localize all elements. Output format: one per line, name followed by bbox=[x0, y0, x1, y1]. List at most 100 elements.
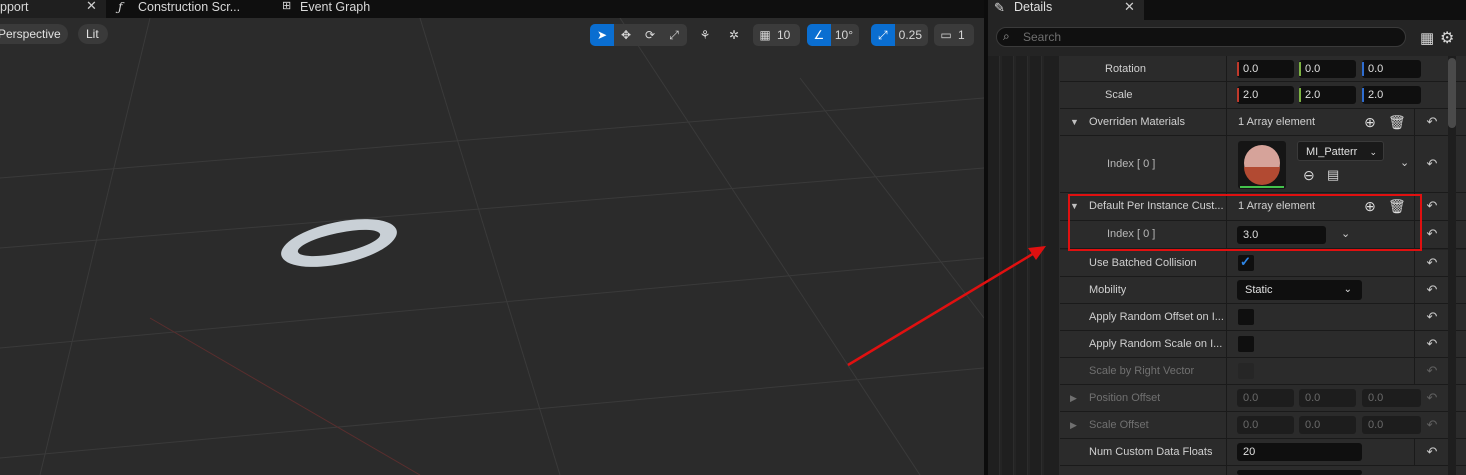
scale-x-field[interactable]: 2.0 bbox=[1237, 86, 1294, 104]
reset-to-default-icon[interactable]: ↶ bbox=[1424, 444, 1440, 460]
select-tool-button[interactable]: ➤ bbox=[590, 24, 614, 46]
rotation-snap-group[interactable]: ∠ 10° bbox=[807, 24, 859, 46]
pencil-icon: ✎ bbox=[994, 0, 1005, 15]
array-count: 1 Array element bbox=[1238, 116, 1316, 128]
material-asset-picker[interactable]: MI_Patterr ⌄ bbox=[1297, 141, 1384, 161]
column-divider bbox=[1414, 304, 1415, 330]
column-divider bbox=[1414, 331, 1415, 357]
scale-snap-button[interactable]: ⤢ bbox=[871, 24, 895, 46]
chevron-down-icon[interactable]: ▼ bbox=[1070, 109, 1079, 135]
num-custom-data-floats-field[interactable]: 20 bbox=[1237, 443, 1362, 461]
position-offset-y-field[interactable]: 0.0 bbox=[1299, 389, 1356, 407]
tab-viewport[interactable]: pport ✕ bbox=[0, 0, 106, 18]
scale-right-vector-checkbox[interactable] bbox=[1238, 363, 1254, 379]
property-matrix-icon[interactable]: ▦ bbox=[1420, 29, 1434, 47]
field-value: 0.0 bbox=[1243, 419, 1259, 431]
reset-to-default-icon[interactable]: ↶ bbox=[1424, 309, 1440, 325]
scale-z-field[interactable]: 2.0 bbox=[1362, 86, 1421, 104]
column-divider bbox=[1226, 331, 1227, 357]
column-divider bbox=[1226, 56, 1227, 81]
chevron-down-icon[interactable]: ⌄ bbox=[1400, 156, 1409, 169]
rotate-tool-button[interactable]: ⟳ bbox=[638, 24, 662, 46]
x-axis-marker bbox=[1237, 62, 1239, 76]
scale-y-field[interactable]: 2.0 bbox=[1299, 86, 1356, 104]
search-input[interactable]: ⌕ Search bbox=[996, 27, 1406, 47]
coordinate-system-button[interactable]: ⚘ bbox=[693, 24, 717, 46]
reset-to-default-icon[interactable]: ↶ bbox=[1424, 417, 1440, 433]
gear-icon[interactable]: ⚙ bbox=[1440, 28, 1454, 48]
rotation-y-field[interactable]: 0.0 bbox=[1299, 60, 1356, 78]
property-row-position-offset[interactable]: ▶ Position Offset 0.0 0.0 0.0 ↶ bbox=[1060, 385, 1466, 412]
reset-to-default-icon[interactable]: ↶ bbox=[1424, 282, 1440, 298]
surface-snap-button[interactable]: ✲ bbox=[722, 24, 746, 46]
random-scale-checkbox[interactable] bbox=[1238, 336, 1254, 352]
tab-construction-script[interactable]: ƒ Construction Scr... bbox=[112, 0, 272, 18]
translate-tool-button[interactable]: ✥ bbox=[614, 24, 638, 46]
rotation-z-field[interactable]: 0.0 bbox=[1362, 60, 1421, 78]
y-axis-marker bbox=[1299, 88, 1301, 102]
material-thumbnail[interactable] bbox=[1238, 141, 1286, 189]
material-sphere-icon bbox=[1240, 145, 1284, 188]
perspective-button[interactable]: Perspective bbox=[0, 24, 68, 44]
property-row-apply-random-offset: Apply Random Offset on I... ↶ bbox=[1060, 304, 1466, 331]
column-divider bbox=[1226, 136, 1227, 192]
field-value: 2.0 bbox=[1305, 89, 1321, 101]
reset-to-default-icon[interactable]: ↶ bbox=[1424, 156, 1440, 172]
lit-button[interactable]: Lit bbox=[78, 24, 108, 44]
perspective-label: Perspective bbox=[0, 27, 61, 41]
camera-speed-button[interactable]: ▭ bbox=[934, 24, 958, 46]
level-viewport[interactable]: Perspective Lit ➤ ✥ ⟳ ⤢ ⚘ ✲ ▦ 10 ∠ 10° ⤢… bbox=[0, 18, 984, 475]
reset-to-default-icon[interactable]: ↶ bbox=[1424, 390, 1440, 406]
reset-to-default-icon[interactable]: ↶ bbox=[1424, 363, 1440, 379]
add-element-icon[interactable]: ⊕ bbox=[1362, 114, 1378, 130]
column-divider bbox=[1414, 109, 1415, 135]
trash-icon[interactable]: 🗑︎ bbox=[1388, 114, 1406, 130]
property-row-overriden-materials[interactable]: ▼ Overriden Materials 1 Array element ⊕ … bbox=[1060, 109, 1466, 136]
column-divider bbox=[1226, 82, 1227, 108]
scrollbar-thumb[interactable] bbox=[1448, 58, 1456, 128]
rotation-x-field[interactable]: 0.0 bbox=[1237, 60, 1294, 78]
close-icon[interactable]: ✕ bbox=[86, 0, 97, 13]
camera-speed-group[interactable]: ▭ 1 bbox=[934, 24, 974, 46]
reset-to-default-icon[interactable]: ↶ bbox=[1424, 114, 1440, 130]
scale-offset-z-field[interactable]: 0.0 bbox=[1362, 416, 1421, 434]
column-divider bbox=[1226, 304, 1227, 330]
property-label: Apply Random Scale on I... bbox=[1089, 338, 1223, 350]
batched-collision-checkbox[interactable]: ✓ bbox=[1238, 254, 1254, 271]
reset-to-default-icon[interactable]: ↶ bbox=[1424, 226, 1440, 242]
scale-offset-x-field[interactable]: 0.0 bbox=[1237, 416, 1294, 434]
reset-to-default-icon[interactable]: ↶ bbox=[1424, 336, 1440, 352]
scale-offset-y-field[interactable]: 0.0 bbox=[1299, 416, 1356, 434]
random-offset-checkbox[interactable] bbox=[1238, 309, 1254, 325]
grid-snap-button[interactable]: ▦ bbox=[753, 24, 777, 46]
reset-to-default-icon[interactable]: ↶ bbox=[1424, 255, 1440, 271]
column-divider bbox=[1226, 466, 1227, 475]
position-offset-x-field[interactable]: 0.0 bbox=[1237, 389, 1294, 407]
property-label: Rotation bbox=[1105, 63, 1146, 75]
chevron-right-icon[interactable]: ▶ bbox=[1070, 385, 1077, 411]
grid-snap-group[interactable]: ▦ 10 bbox=[753, 24, 800, 46]
mobility-dropdown[interactable]: Static ⌄ bbox=[1237, 280, 1362, 300]
grid-snap-value: 10 bbox=[777, 28, 791, 42]
close-icon[interactable]: ✕ bbox=[1124, 0, 1135, 15]
column-divider bbox=[1226, 250, 1227, 276]
scale-tool-button[interactable]: ⤢ bbox=[662, 24, 686, 46]
browse-folder-icon[interactable]: ▤ bbox=[1327, 167, 1339, 183]
indent-guide bbox=[1030, 56, 1042, 475]
use-selected-icon[interactable]: ⊖ bbox=[1303, 167, 1315, 184]
tab-event-graph[interactable]: ⊞ Event Graph bbox=[278, 0, 418, 18]
dropdown-value: Static bbox=[1245, 284, 1273, 296]
column-divider bbox=[1414, 358, 1415, 384]
x-axis-marker bbox=[1237, 88, 1239, 102]
property-row-scale-offset[interactable]: ▶ Scale Offset 0.0 0.0 0.0 ↶ bbox=[1060, 412, 1466, 439]
position-offset-z-field[interactable]: 0.0 bbox=[1362, 389, 1421, 407]
angle-icon: ∠ bbox=[813, 28, 825, 42]
field-value: 0.0 bbox=[1305, 419, 1321, 431]
rotation-snap-button[interactable]: ∠ bbox=[807, 24, 831, 46]
field-value: 2.0 bbox=[1368, 89, 1384, 101]
reset-to-default-icon[interactable]: ↶ bbox=[1424, 198, 1440, 214]
property-label: Scale by Right Vector bbox=[1089, 365, 1195, 377]
tab-details[interactable]: ✎ Details ✕ bbox=[988, 0, 1144, 20]
scale-snap-group[interactable]: ⤢ 0.25 bbox=[871, 24, 928, 46]
chevron-right-icon[interactable]: ▶ bbox=[1070, 412, 1077, 438]
